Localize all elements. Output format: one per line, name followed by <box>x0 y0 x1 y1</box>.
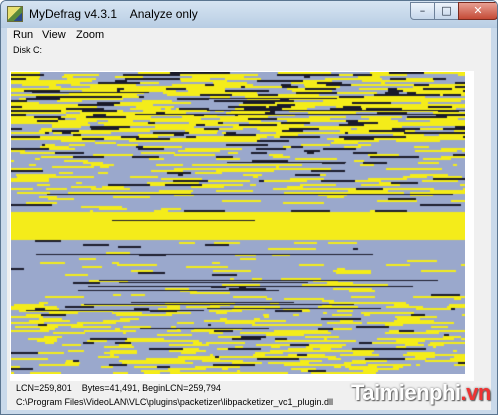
watermark-text: Taimienphi <box>351 380 461 405</box>
client-area: Run View Zoom Disk C: LCN=259,801 Bytes=… <box>7 28 491 410</box>
mydefrag-app-icon[interactable] <box>7 6 23 22</box>
app-window: MyDefrag v4.3.1 Analyze only – □ ✕ Run V… <box>0 0 498 415</box>
disk-label: Disk C: <box>13 45 42 55</box>
menu-zoom[interactable]: Zoom <box>76 29 104 41</box>
menu-bar: Run View Zoom <box>7 28 491 44</box>
title-bar[interactable]: MyDefrag v4.3.1 Analyze only – □ ✕ <box>1 1 497 28</box>
close-button[interactable]: ✕ <box>458 2 497 20</box>
menu-run[interactable]: Run <box>13 29 33 41</box>
status-file-path: C:\Program Files\VideoLAN\VLC\plugins\pa… <box>16 397 333 407</box>
menu-view[interactable]: View <box>42 29 66 41</box>
status-lcn-info: LCN=259,801 Bytes=41,491, BeginLCN=259,7… <box>16 383 221 393</box>
minimize-button[interactable]: – <box>410 2 435 20</box>
disk-cluster-map[interactable] <box>11 72 465 374</box>
window-title: MyDefrag v4.3.1 Analyze only <box>29 7 198 21</box>
watermark-logo: Taimienphi.vn <box>351 380 491 406</box>
disk-map-frame <box>10 71 474 381</box>
maximize-button[interactable]: □ <box>434 2 459 20</box>
watermark-suffix: .vn <box>460 380 492 405</box>
